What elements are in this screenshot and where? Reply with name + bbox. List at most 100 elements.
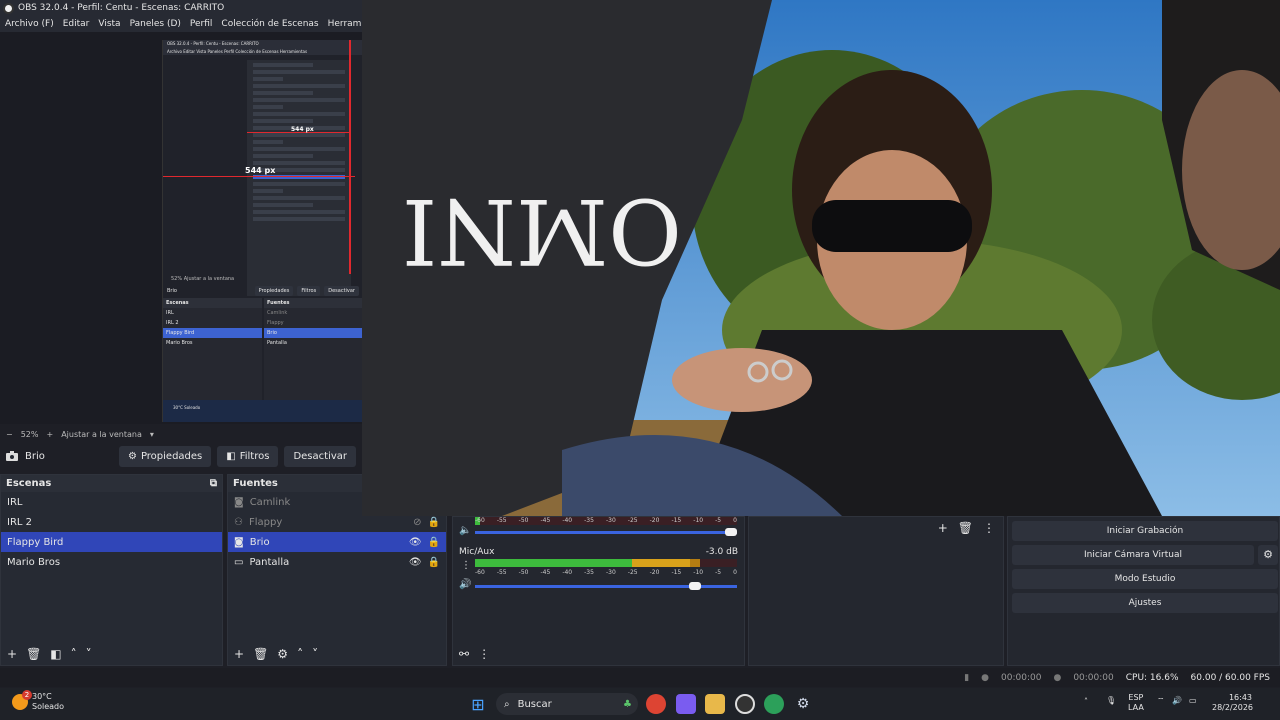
controls-dock: Iniciar Grabación Iniciar Cámara Virtual…	[1007, 516, 1280, 666]
channel-name: Mic/Aux	[459, 547, 495, 557]
selected-source-name: Brio	[25, 450, 45, 462]
start-virtual-camera-button[interactable]: Iniciar Cámara Virtual	[1012, 545, 1254, 565]
sun-icon: 2	[12, 690, 32, 710]
kebab-menu-icon[interactable]: ⋮	[461, 560, 471, 571]
dock-float-icon[interactable]: ⧉	[210, 478, 217, 489]
chevron-down-icon[interactable]: ˅	[312, 647, 318, 661]
chrome-profile-icon[interactable]	[764, 694, 784, 714]
source-item[interactable]: ▭ Pantalla 👁 🔒	[228, 552, 446, 572]
trash-icon[interactable]: 🗑	[958, 521, 973, 535]
menu-vista[interactable]: Vista	[98, 19, 120, 29]
fps-display: 60.00 / 60.00 FPS	[1190, 672, 1270, 683]
windows-start-icon[interactable]: ⊞	[468, 694, 488, 714]
nested-title: OBS 32.0.4 - Perfil: Centu - Escenas: CA…	[163, 40, 362, 48]
gear-icon[interactable]: ⚙	[277, 647, 288, 661]
channel-db: -3.0 dB	[705, 547, 738, 557]
add-icon[interactable]: +	[938, 521, 948, 535]
tray-overflow-icon[interactable]: ˄	[1084, 697, 1088, 706]
weather-widget[interactable]: 2 30°C Soleado	[12, 690, 64, 712]
virtual-camera-settings-button[interactable]: ⚙	[1258, 545, 1278, 565]
scene-item[interactable]: IRL	[1, 492, 222, 512]
source-item[interactable]: ◙ Brio 👁 🔒	[228, 532, 446, 552]
studio-mode-button[interactable]: Modo Estudio	[1012, 569, 1278, 589]
chrome-icon[interactable]	[646, 694, 666, 714]
filters-button[interactable]: ◧ Filtros	[217, 445, 279, 467]
clock[interactable]: 16:43 28/2/2026	[1212, 693, 1253, 713]
mixer-footer: ⚯ ⋮	[453, 643, 744, 665]
eye-icon[interactable]: 👁	[409, 537, 422, 548]
menu-editar[interactable]: Editar	[63, 19, 90, 29]
sources-footer: + 🗑 ⚙ ˄ ˅	[228, 643, 446, 665]
chevron-down-icon[interactable]: ˅	[86, 647, 92, 661]
zoom-dropdown-icon[interactable]: ▾	[150, 430, 154, 439]
cpu-usage: CPU: 16.6%	[1125, 672, 1179, 683]
zoom-in-button[interactable]: +	[46, 430, 53, 439]
obs-taskbar-icon[interactable]	[735, 694, 755, 714]
kebab-menu-icon[interactable]: ⋮	[983, 521, 995, 535]
eye-hidden-icon[interactable]: ⊘	[413, 517, 421, 528]
mic-volume-slider[interactable]	[475, 582, 737, 590]
menu-perfil[interactable]: Perfil	[190, 19, 213, 29]
trash-icon[interactable]: 🗑	[26, 647, 41, 661]
scene-item[interactable]: Mario Bros	[1, 552, 222, 572]
lock-icon[interactable]: 🔒	[428, 517, 440, 528]
scenes-header: Escenas ⧉	[1, 475, 222, 492]
chevron-up-icon[interactable]: ˄	[297, 647, 303, 661]
preview-canvas[interactable]: OBS 32.0.4 - Perfil: Centu - Escenas: CA…	[0, 32, 362, 424]
menu-paneles[interactable]: Paneles (D)	[130, 19, 181, 29]
battery-icon[interactable]: ▭	[1189, 696, 1197, 705]
deactivate-button[interactable]: Desactivar	[284, 445, 356, 467]
nested-sources-panel: Fuentes Camlink Flappy Brio Pantalla	[264, 298, 362, 400]
trash-icon[interactable]: 🗑	[253, 647, 268, 661]
language-indicator[interactable]: ESP LAA	[1128, 693, 1144, 713]
settings-button[interactable]: Ajustes	[1012, 593, 1278, 613]
add-icon[interactable]: +	[234, 647, 244, 661]
meter-scale: -60 -55 -50 -45 -40 -35 -30 -25 -20 -15 -10 -5 0	[475, 517, 737, 524]
scene-transitions-dock: + 🗑 ⋮	[748, 516, 1004, 666]
nested-status: 30°C Soleado	[163, 400, 362, 422]
slider-handle[interactable]	[725, 528, 737, 536]
camera-icon	[6, 451, 18, 461]
slider-handle[interactable]	[689, 582, 701, 590]
nested-menu: Archivo Editar Vista Paneles Perfil Cole…	[163, 48, 362, 55]
properties-button[interactable]: ⚙ Propiedades	[118, 445, 212, 467]
gear-icon: ⚙	[1263, 548, 1273, 561]
record-timer: 00:00:00	[1073, 672, 1114, 683]
menu-archivo[interactable]: Archivo (F)	[5, 19, 54, 29]
filter-icon[interactable]: ◧	[50, 647, 61, 661]
start-recording-button[interactable]: Iniciar Grabación	[1012, 521, 1278, 541]
transition-toolbar: + 🗑 ⋮	[938, 521, 995, 535]
link-icon[interactable]: ⚯	[459, 647, 469, 661]
wifi-icon[interactable]: ⌔	[1157, 696, 1165, 706]
zoom-out-button[interactable]: −	[6, 430, 13, 439]
file-explorer-icon[interactable]	[705, 694, 725, 714]
menu-coleccion-escenas[interactable]: Colección de Escenas	[221, 19, 318, 29]
nested-source-toolbar: Brio Propiedades Filtros Desactivar	[163, 284, 362, 298]
lock-icon[interactable]: 🔒	[428, 537, 440, 548]
scene-item[interactable]: Flappy Bird	[1, 532, 222, 552]
status-bar: ▮ ● 00:00:00 ● 00:00:00 CPU: 16.6% 60.00…	[0, 668, 1280, 687]
kebab-menu-icon[interactable]: ⋮	[478, 647, 490, 661]
microphone-icon[interactable]: 🎙	[1106, 696, 1116, 705]
desktop-volume-slider[interactable]	[475, 528, 737, 536]
record-icon: ●	[1053, 672, 1062, 683]
source-toolbar: Brio ⚙ Propiedades ◧ Filtros Desactivar	[0, 443, 362, 469]
guide-line-vertical	[349, 40, 351, 274]
chevron-up-icon[interactable]: ˄	[71, 647, 77, 661]
eye-icon[interactable]: 👁	[409, 557, 422, 568]
speaker-icon[interactable]: 🔊	[459, 579, 471, 590]
scene-item[interactable]: IRL 2	[1, 512, 222, 532]
add-icon[interactable]: +	[7, 647, 17, 661]
nested-deactivate-button: Desactivar	[324, 286, 359, 296]
window-title: OBS 32.0.4 - Perfil: Centu - Escenas: CA…	[18, 3, 225, 13]
settings-app-icon[interactable]: ⚙	[793, 694, 813, 714]
speaker-muted-icon[interactable]: 🔈	[459, 525, 471, 536]
nested-scenes-panel: Escenas IRL IRL 2 Flappy Bird Mario Bros	[163, 298, 262, 400]
volume-icon[interactable]: 🔊	[1172, 696, 1182, 705]
taskbar-search[interactable]: ⌕ Buscar ♣	[496, 693, 638, 715]
svg-text:OMNI: OMNI	[402, 178, 682, 283]
copilot-icon[interactable]	[676, 694, 696, 714]
zoom-fit-label[interactable]: Ajustar a la ventana	[61, 430, 142, 439]
lock-icon[interactable]: 🔒	[428, 557, 440, 568]
scenes-dock: Escenas ⧉ IRL IRL 2 Flappy Bird Mario Br…	[0, 474, 223, 666]
